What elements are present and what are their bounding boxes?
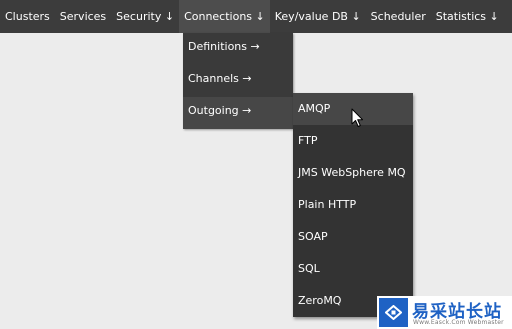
- menu-item-outgoing[interactable]: Outgoing →: [183, 97, 293, 129]
- watermark: 易采站长站 Www.Easck.Com Webmaster: [377, 296, 512, 329]
- menu-services[interactable]: Services: [55, 0, 111, 33]
- arrow-cursor-icon: [351, 108, 363, 127]
- menu-statistics[interactable]: Statistics ↓: [431, 0, 504, 33]
- menu-item-definitions[interactable]: Definitions →: [183, 33, 293, 65]
- menu-security[interactable]: Security ↓: [111, 0, 179, 33]
- menu-item-channels[interactable]: Channels →: [183, 65, 293, 97]
- submenu-item-soap[interactable]: SOAP: [293, 221, 413, 253]
- submenu-item-ftp[interactable]: FTP: [293, 125, 413, 157]
- easck-logo-icon: [379, 298, 408, 327]
- submenu-item-sql[interactable]: SQL: [293, 253, 413, 285]
- top-menubar: Clusters Services Security ↓ Connections…: [0, 0, 512, 33]
- menu-connections[interactable]: Connections ↓: [179, 0, 270, 33]
- menu-clusters[interactable]: Clusters: [0, 0, 55, 33]
- watermark-subtitle: Www.Easck.Com Webmaster: [413, 319, 504, 326]
- menu-scheduler[interactable]: Scheduler: [366, 0, 431, 33]
- connections-dropdown: Definitions → Channels → Outgoing →: [183, 33, 293, 129]
- submenu-item-jms-websphere-mq[interactable]: JMS WebSphere MQ: [293, 157, 413, 189]
- submenu-item-plain-http[interactable]: Plain HTTP: [293, 189, 413, 221]
- menu-key-value-db[interactable]: Key/value DB ↓: [270, 0, 366, 33]
